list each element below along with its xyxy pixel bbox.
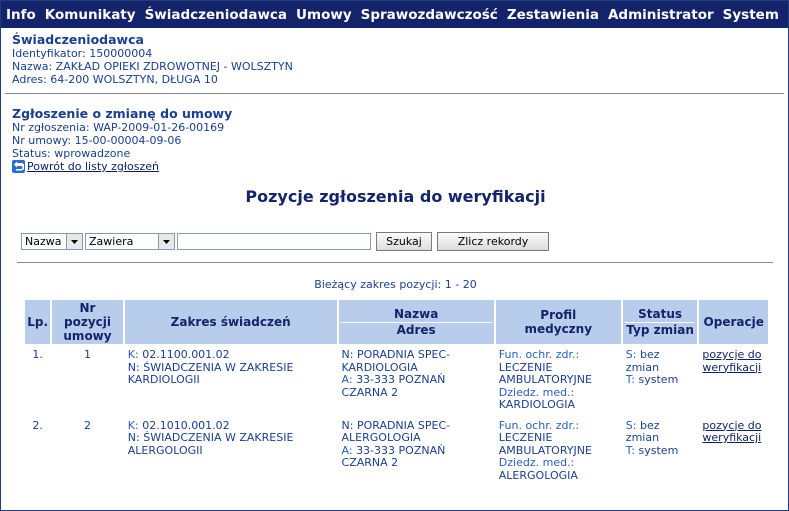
row-nr: 2 <box>52 416 123 485</box>
row-status: S: bez zmian T: system <box>622 416 698 485</box>
request-number: Nr zgłoszenia: WAP-2009-01-26-00169 <box>12 121 225 134</box>
chevron-down-icon[interactable] <box>158 234 174 249</box>
chevron-down-icon[interactable] <box>66 234 82 249</box>
col-operacje: Operacje <box>699 300 768 344</box>
col-status: Status Typ zmian <box>622 300 698 344</box>
row-lp: 2. <box>25 416 51 485</box>
page-title: Pozycje zgłoszenia do weryfikacji <box>245 187 546 206</box>
row-nazwa-adres: N: PORADNIA SPEC-KARDIOLOGIA A: 33-333 P… <box>338 346 494 415</box>
menu-info[interactable]: Info <box>1 7 40 23</box>
menu-sprawozdawczosc[interactable]: Sprawozdawczość <box>356 7 502 23</box>
provider-address: Adres: 64-200 WOLSZTYN, DŁUGA 10 <box>12 73 218 86</box>
col-profil: Profil medyczny <box>495 300 621 344</box>
request-status: Status: wprowadzone <box>12 147 131 160</box>
menu-umowy[interactable]: Umowy <box>291 7 356 23</box>
divider <box>5 93 784 94</box>
col-zakres: Zakres świadczeń <box>124 300 337 344</box>
menu-komunikaty[interactable]: Komunikaty <box>40 7 140 23</box>
col-nr: Nr pozycji umowy <box>52 300 123 344</box>
row-zakres: K: 02.1100.001.02 N: ŚWIADCZENIA W ZAKRE… <box>124 346 337 415</box>
range-info: Bieżący zakres pozycji: 1 - 20 <box>314 278 477 291</box>
provider-heading: Świadczeniodawca <box>12 32 144 47</box>
operator-select-value: Zawiera <box>89 235 134 248</box>
count-records-button[interactable]: Zlicz rekordy <box>437 232 549 251</box>
provider-info: Świadczeniodawca Identyfikator: 15000000… <box>12 32 293 86</box>
row-zakres: K: 02.1010.001.02 N: ŚWIADCZENIA W ZAKRE… <box>124 416 337 485</box>
operator-select[interactable]: Zawiera <box>85 233 175 250</box>
verify-positions-link[interactable]: pozycje do weryfikacji <box>702 348 761 374</box>
table-row: 1. 1 K: 02.1100.001.02 N: ŚWIADCZENIA W … <box>25 346 768 415</box>
search-button[interactable]: Szukaj <box>376 232 432 251</box>
request-contract: Nr umowy: 15-00-00004-09-06 <box>12 134 182 147</box>
verify-positions-link[interactable]: pozycje do weryfikacji <box>702 419 761 445</box>
search-input[interactable] <box>177 233 371 250</box>
row-nr: 1 <box>52 346 123 415</box>
table-row: 2. 2 K: 02.1010.001.02 N: ŚWIADCZENIA W … <box>25 416 768 485</box>
row-operacje: pozycje do weryfikacji <box>699 416 768 485</box>
row-status: S: bez zmian T: system <box>622 346 698 415</box>
menu-swiadczeniodawca[interactable]: Świadczeniodawca <box>140 7 291 23</box>
menu-system[interactable]: System <box>718 7 783 23</box>
col-lp: Lp. <box>25 300 51 344</box>
row-nazwa-adres: N: PORADNIA SPEC-ALERGOLOGIA A: 33-333 P… <box>338 416 494 485</box>
menu-administrator[interactable]: Administrator <box>603 7 718 23</box>
menu-zestawienia[interactable]: Zestawienia <box>502 7 603 23</box>
provider-id: Identyfikator: 150000004 <box>12 47 153 60</box>
back-to-list[interactable]: Powrót do listy zgłoszeń <box>12 160 232 173</box>
field-select-value: Nazwa <box>25 235 62 248</box>
main-menu: Info Komunikaty Świadczeniodawca Umowy S… <box>1 1 788 28</box>
field-select[interactable]: Nazwa <box>21 233 83 250</box>
divider <box>17 262 773 263</box>
table-header-row: Lp. Nr pozycji umowy Zakres świadczeń Naz… <box>25 300 768 344</box>
positions-table: Lp. Nr pozycji umowy Zakres świadczeń Naz… <box>23 298 770 487</box>
col-nazwa-adres: Nazwa Adres <box>338 300 494 344</box>
back-link[interactable]: Powrót do listy zgłoszeń <box>27 160 159 173</box>
provider-name: Nazwa: ZAKŁAD OPIEKI ZDROWOTNEJ - WOLSZT… <box>12 60 293 73</box>
row-profil: Fun. ochr. zdr.: LECZENIE AMBULATORYJNE … <box>495 416 621 485</box>
row-lp: 1. <box>25 346 51 415</box>
app-window: Info Komunikaty Świadczeniodawca Umowy S… <box>0 0 789 511</box>
back-arrow-icon[interactable] <box>12 160 25 173</box>
row-operacje: pozycje do weryfikacji <box>699 346 768 415</box>
request-info: Zgłoszenie o zmianę do umowy Nr zgłoszen… <box>12 106 232 173</box>
request-heading: Zgłoszenie o zmianę do umowy <box>12 106 233 121</box>
row-profil: Fun. ochr. zdr.: LECZENIE AMBULATORYJNE … <box>495 346 621 415</box>
filter-bar: Nazwa Zawiera Szukaj Zlicz rekordy <box>21 232 549 251</box>
